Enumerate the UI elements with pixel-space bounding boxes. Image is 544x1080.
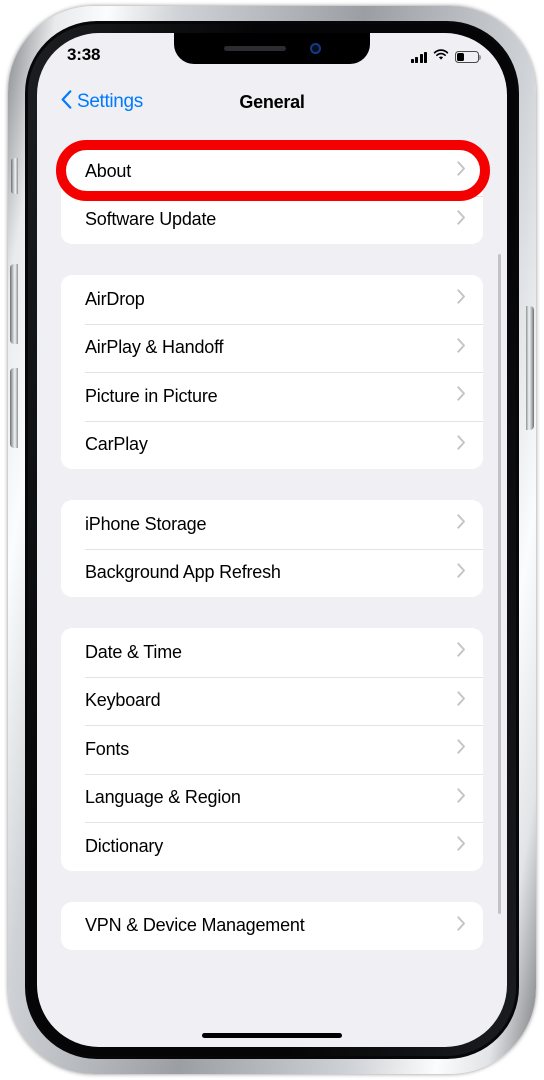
settings-row[interactable]: Keyboard bbox=[61, 676, 483, 726]
settings-row-label: Picture in Picture bbox=[85, 385, 218, 406]
settings-row[interactable]: AirDrop bbox=[61, 275, 483, 324]
settings-row-label: Language & Region bbox=[85, 787, 241, 808]
settings-row[interactable]: AirPlay & Handoff bbox=[61, 323, 483, 373]
chevron-right-icon bbox=[457, 514, 466, 534]
chevron-right-icon bbox=[457, 161, 466, 181]
chevron-right-icon bbox=[457, 289, 466, 309]
power-button[interactable] bbox=[526, 306, 534, 430]
settings-row[interactable]: Dictionary bbox=[61, 822, 483, 871]
battery-fill-level bbox=[457, 53, 464, 61]
front-camera-icon bbox=[309, 43, 321, 54]
chevron-right-icon bbox=[457, 788, 466, 808]
status-bar-icons bbox=[410, 45, 482, 66]
vertical-scrollbar[interactable] bbox=[498, 254, 501, 914]
settings-row[interactable]: CarPlay bbox=[61, 420, 483, 470]
settings-sections: About Software Update AirDrop AirPlay & Han… bbox=[37, 147, 507, 950]
settings-row-label: Background App Refresh bbox=[85, 562, 281, 583]
display-notch bbox=[174, 33, 370, 64]
settings-row[interactable]: Picture in Picture bbox=[61, 372, 483, 421]
home-indicator[interactable] bbox=[202, 1032, 342, 1038]
settings-row[interactable]: About bbox=[61, 147, 483, 196]
settings-section: Date & Time Keyboard Fonts Language & Regio… bbox=[61, 628, 483, 871]
settings-section: VPN & Device Management bbox=[61, 901, 483, 951]
chevron-right-icon bbox=[457, 563, 466, 583]
settings-row[interactable]: VPN & Device Management bbox=[61, 902, 483, 951]
navigation-bar: Settings General bbox=[37, 78, 507, 126]
settings-row-label: VPN & Device Management bbox=[85, 915, 305, 936]
chevron-right-icon bbox=[457, 435, 466, 455]
settings-row-label: Software Update bbox=[85, 209, 217, 230]
settings-row-label: iPhone Storage bbox=[85, 513, 207, 534]
settings-row[interactable]: Background App Refresh bbox=[61, 548, 483, 598]
settings-section: iPhone Storage Background App Refresh bbox=[61, 500, 483, 597]
cellular-signal-icon bbox=[410, 51, 427, 63]
iphone-device-frame: 3:38 Settings General About Software Upd… bbox=[8, 6, 536, 1074]
chevron-right-icon bbox=[457, 642, 466, 662]
chevron-left-icon bbox=[61, 90, 72, 114]
back-button-settings[interactable]: Settings bbox=[61, 90, 143, 114]
status-bar-time: 3:38 bbox=[67, 45, 101, 64]
back-button-label: Settings bbox=[77, 91, 143, 112]
settings-section: About Software Update bbox=[61, 147, 483, 244]
wifi-icon bbox=[433, 48, 449, 66]
settings-row-label: CarPlay bbox=[85, 434, 148, 455]
chevron-right-icon bbox=[457, 691, 466, 711]
mute-switch-button[interactable] bbox=[11, 158, 18, 194]
settings-row-label: AirPlay & Handoff bbox=[85, 337, 224, 358]
settings-row[interactable]: Software Update bbox=[61, 195, 483, 245]
chevron-right-icon bbox=[457, 338, 466, 358]
battery-icon bbox=[455, 51, 482, 63]
volume-down-button[interactable] bbox=[10, 368, 18, 448]
settings-row[interactable]: Fonts bbox=[61, 725, 483, 774]
settings-row[interactable]: Language & Region bbox=[61, 773, 483, 823]
volume-up-button[interactable] bbox=[10, 264, 18, 344]
settings-row-label: Dictionary bbox=[85, 835, 164, 856]
settings-section: AirDrop AirPlay & Handoff Picture in Pictu… bbox=[61, 275, 483, 469]
settings-row[interactable]: Date & Time bbox=[61, 628, 483, 677]
chevron-right-icon bbox=[457, 386, 466, 406]
settings-row[interactable]: iPhone Storage bbox=[61, 500, 483, 549]
chevron-right-icon bbox=[457, 739, 466, 759]
earpiece-speaker-icon bbox=[223, 46, 286, 51]
chevron-right-icon bbox=[457, 916, 466, 936]
phone-screen: 3:38 Settings General About Software Upd… bbox=[37, 33, 507, 1047]
settings-row-label: Keyboard bbox=[85, 690, 161, 711]
chevron-right-icon bbox=[457, 836, 466, 856]
settings-row-label: Date & Time bbox=[85, 641, 182, 662]
settings-row-label: AirDrop bbox=[85, 288, 145, 309]
settings-list[interactable]: About Software Update AirDrop AirPlay & Han… bbox=[37, 126, 507, 1047]
settings-row-label: About bbox=[85, 160, 132, 181]
settings-row-label: Fonts bbox=[85, 738, 130, 759]
chevron-right-icon bbox=[457, 210, 466, 230]
